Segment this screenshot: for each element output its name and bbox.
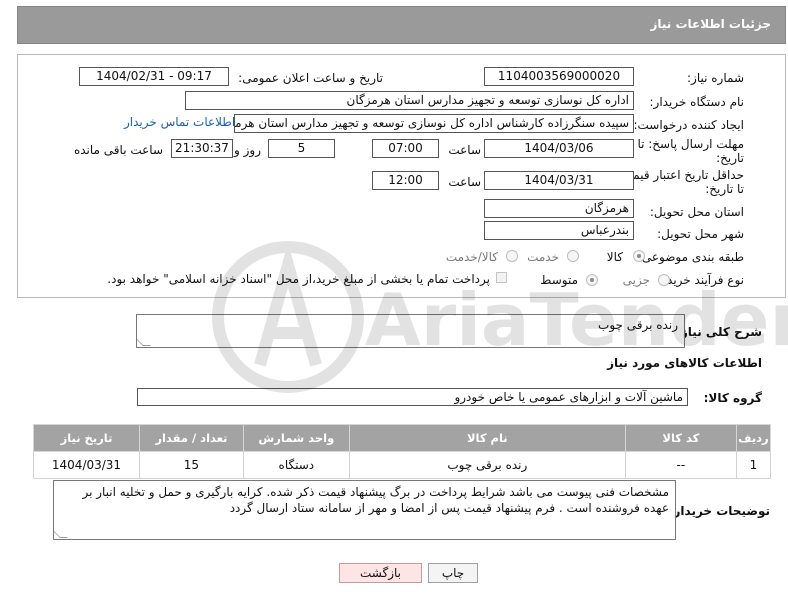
col-qty: تعداد / مقدار	[138, 424, 244, 452]
payment-note: پرداخت تمام یا بخشی از مبلغ خرید،از محل …	[107, 272, 490, 286]
process-option-medium: متوسط	[540, 273, 578, 287]
deadline-date-field: 1404/03/06	[484, 139, 634, 158]
goods-table: ردیف کد کالا نام کالا واحد شمارش تعداد /…	[33, 424, 772, 479]
print-button[interactable]: چاپ	[428, 563, 478, 583]
resize-handle-icon[interactable]	[137, 338, 151, 346]
requester-field: سپیده سنگرزاده کارشناس اداره کل نوسازی ت…	[234, 114, 634, 133]
cell-unit: دستگاه	[242, 451, 350, 479]
col-name: نام کالا	[348, 424, 626, 452]
category-radio-service[interactable]	[567, 250, 579, 262]
requester-label: ایجاد کننده درخواست:	[633, 118, 744, 132]
deadline-time-field: 07:00	[372, 139, 439, 158]
table-row: 1 -- رنده برقی چوب دستگاه 15 1404/03/31	[33, 451, 772, 479]
remaining-time-field: 21:30:37	[171, 139, 233, 158]
category-label: طبقه بندی موضوعی:	[637, 250, 744, 264]
need-desc-text: رنده برقی چوب	[598, 318, 678, 332]
col-date: تاریخ نیاز	[33, 424, 140, 452]
category-option-service: خدمت	[527, 250, 559, 264]
buyer-notes-text: مشخصات فنی پیوست می باشد شرایط پرداخت در…	[82, 485, 669, 515]
goods-section-title: اطلاعات کالاهای مورد نیاز	[607, 356, 762, 370]
buyer-notes-textarea: مشخصات فنی پیوست می باشد شرایط پرداخت در…	[53, 480, 676, 540]
process-radio-minor[interactable]	[658, 274, 670, 286]
cell-name: رنده برقی چوب	[348, 451, 626, 479]
col-row: ردیف	[735, 424, 772, 452]
cell-qty: 15	[138, 451, 244, 479]
need-desc-textarea: رنده برقی چوب	[136, 314, 685, 348]
buyer-notes-label: توضیحات خریدار:	[668, 504, 770, 518]
goods-group-field: ماشین آلات و ابزارهای عمومی یا خاص خودرو	[137, 388, 688, 406]
price-valid-time-label: ساعت	[448, 175, 481, 189]
process-label: نوع فرآیند خرید :	[659, 273, 744, 287]
process-radio-medium[interactable]	[586, 274, 598, 286]
goods-table-header: ردیف کد کالا نام کالا واحد شمارش تعداد /…	[33, 424, 772, 452]
price-valid-date-field: 1404/03/31	[484, 171, 634, 190]
col-code: کد کالا	[624, 424, 737, 452]
page-header: جزئیات اطلاعات نیاز	[17, 6, 786, 44]
category-option-goods-service: کالا/خدمت	[445, 250, 498, 264]
city-label: شهر محل تحویل:	[657, 227, 744, 241]
city-field: بندرعباس	[484, 221, 634, 240]
province-field: هرمزگان	[484, 199, 634, 218]
process-option-minor: جزیی	[622, 273, 650, 287]
announce-datetime-field: 1404/02/31 - 09:17	[79, 67, 229, 86]
remaining-label: ساعت باقی مانده	[73, 143, 163, 157]
buyer-org-label: نام دستگاه خریدار:	[649, 95, 745, 109]
province-label: استان محل تحویل:	[649, 205, 744, 219]
days-left-field: 5	[268, 139, 335, 158]
back-button[interactable]: بازگشت	[339, 563, 422, 583]
deadline-time-label: ساعت	[448, 143, 481, 157]
announce-label: تاریخ و ساعت اعلان عمومی:	[238, 71, 383, 85]
cell-code: --	[624, 451, 737, 479]
deadline-label: مهلت ارسال پاسخ: تا	[637, 137, 744, 151]
need-desc-label: شرح کلی نیاز:	[676, 325, 762, 339]
goods-group-label: گروه کالا:	[703, 391, 762, 405]
need-number-field: 1104003569000020	[484, 67, 634, 86]
contact-buyer-link[interactable]: اطلاعات تماس خریدار	[124, 115, 235, 129]
deadline-date-label: تاریخ:	[716, 151, 744, 165]
price-valid-label: حداقل تاریخ اعتبار قیمت:	[617, 168, 744, 182]
col-unit: واحد شمارش	[242, 424, 350, 452]
price-valid-time-field: 12:00	[372, 171, 439, 190]
cell-row: 1	[735, 451, 772, 479]
price-valid-to-label: تا تاریخ:	[705, 182, 744, 196]
page-title: جزئیات اطلاعات نیاز	[650, 17, 771, 31]
category-radio-goods[interactable]	[633, 250, 645, 262]
resize-handle-icon[interactable]	[54, 530, 68, 538]
category-option-goods: کالا	[606, 250, 623, 264]
treasury-checkbox[interactable]	[496, 272, 507, 283]
days-label: روز و	[234, 143, 261, 157]
need-number-label: شماره نیاز:	[687, 71, 744, 85]
category-radio-goods-service[interactable]	[506, 250, 518, 262]
cell-date: 1404/03/31	[33, 451, 140, 479]
buyer-org-field: اداره کل نوسازی توسعه و تجهیز مدارس استا…	[185, 91, 634, 110]
